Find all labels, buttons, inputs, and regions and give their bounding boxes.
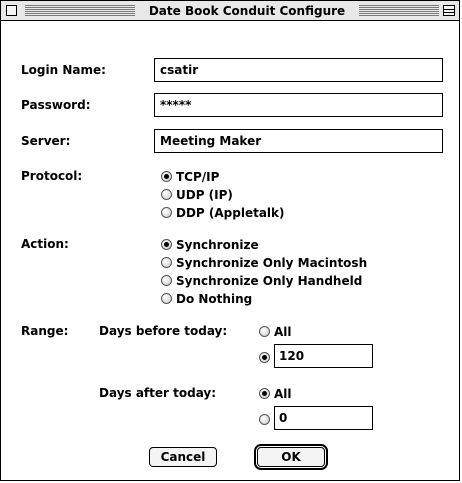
window-title: Date Book Conduit Configure	[139, 3, 355, 19]
action-do-nothing-option[interactable]: Do Nothing	[161, 291, 252, 306]
cancel-button[interactable]: Cancel	[149, 447, 217, 467]
action-sync-handheld-option[interactable]: Synchronize Only Handheld	[161, 273, 362, 288]
action-sync-macintosh-option[interactable]: Synchronize Only Macintosh	[161, 255, 367, 270]
radio-unselected-icon[interactable]	[259, 326, 270, 337]
title-bar[interactable]: Date Book Conduit Configure	[1, 1, 459, 21]
radio-selected-icon[interactable]	[259, 352, 270, 363]
protocol-udp-option[interactable]: UDP (IP)	[161, 187, 233, 202]
radio-unselected-icon[interactable]	[161, 257, 172, 268]
dialog-window: Date Book Conduit Configure Login Name: …	[0, 0, 460, 481]
radio-unselected-icon[interactable]	[161, 293, 172, 304]
radio-selected-icon[interactable]	[161, 239, 172, 250]
radio-selected-icon[interactable]	[259, 388, 270, 399]
range-label: Range:	[21, 324, 69, 338]
days-before-label: Days before today:	[99, 324, 228, 338]
server-field[interactable]: Meeting Maker	[154, 129, 443, 153]
days-before-field[interactable]: 120	[274, 344, 373, 368]
days-after-count-option[interactable]	[259, 412, 274, 427]
protocol-ddp-option[interactable]: DDP (Appletalk)	[161, 205, 285, 220]
days-after-label: Days after today:	[99, 386, 217, 400]
radio-unselected-icon[interactable]	[161, 189, 172, 200]
title-bar-stripes-left	[25, 5, 135, 16]
ok-button[interactable]: OK	[257, 447, 325, 467]
protocol-tcpip-option[interactable]: TCP/IP	[161, 169, 219, 184]
days-after-all-option[interactable]: All	[259, 386, 292, 401]
password-label: Password:	[21, 98, 91, 112]
action-synchronize-option[interactable]: Synchronize	[161, 237, 259, 252]
radio-selected-icon[interactable]	[161, 171, 172, 182]
password-field[interactable]: *****	[154, 93, 443, 117]
title-bar-stripes-right	[359, 5, 439, 16]
login-name-field[interactable]: csatir	[154, 58, 443, 82]
radio-unselected-icon[interactable]	[161, 275, 172, 286]
radio-unselected-icon[interactable]	[259, 414, 270, 425]
days-before-count-option[interactable]	[259, 350, 274, 365]
days-after-field[interactable]: 0	[274, 406, 373, 430]
zoom-box-icon[interactable]	[443, 5, 455, 16]
radio-unselected-icon[interactable]	[161, 207, 172, 218]
days-before-all-option[interactable]: All	[259, 324, 292, 339]
protocol-label: Protocol:	[21, 169, 83, 183]
login-name-label: Login Name:	[21, 63, 106, 77]
server-label: Server:	[21, 134, 71, 148]
action-label: Action:	[21, 237, 69, 251]
close-box-icon[interactable]	[6, 5, 17, 16]
